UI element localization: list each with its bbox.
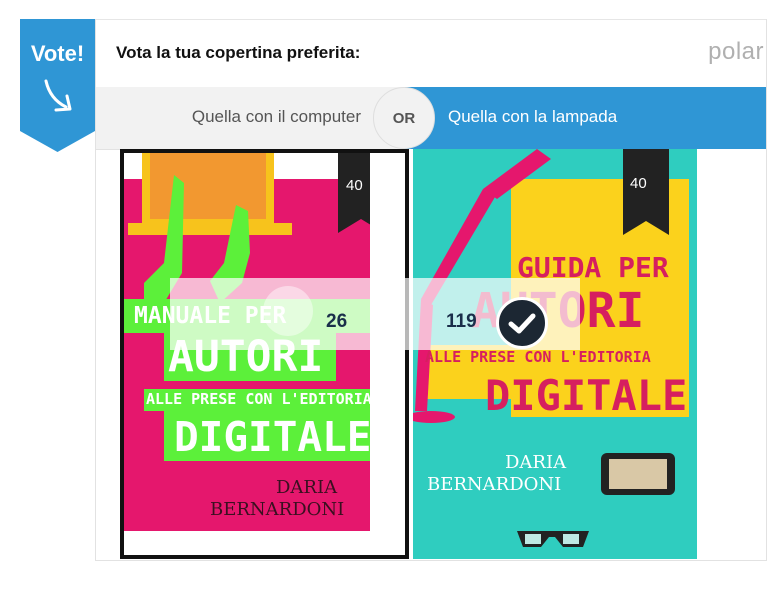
selected-check-icon xyxy=(496,297,548,349)
cover-right-title-line3: DIGITALE xyxy=(485,371,688,420)
or-divider: OR xyxy=(373,87,435,149)
arrow-down-right-icon xyxy=(44,79,72,112)
vote-label: Vote! xyxy=(30,41,85,66)
cover-left-subtitle: ALLE PRESE CON L'EDITORIA xyxy=(146,390,372,408)
vote-count-right: 119 xyxy=(446,311,477,332)
option-left[interactable]: Quella con il computer xyxy=(96,87,405,150)
cover-left-author-first: DARIA xyxy=(276,477,338,498)
cover-left-author-last: BERNARDONI xyxy=(210,499,345,520)
cover-left[interactable]: 40 MANUALE PER AUTORI ALLE PRESE CON L'E… xyxy=(120,149,409,559)
vote-count-left: 26 xyxy=(326,311,348,332)
options-bar: Quella con il computer Quella con la lam… xyxy=(96,87,766,150)
cover-right-badge: 40 xyxy=(630,175,647,192)
option-right[interactable]: Quella con la lampada xyxy=(405,87,766,149)
cover-right-author-first: DARIA xyxy=(505,452,567,473)
cover-right-subtitle: ALLE PRESE CON L'EDITORIA xyxy=(425,348,651,366)
cover-right[interactable]: 40 GUIDA PER AUTORI ALLE PRESE CON L'EDI… xyxy=(413,149,697,559)
option-left-label: Quella con il computer xyxy=(191,107,361,126)
left-vote-indicator xyxy=(263,286,313,336)
cover-left-title-line3: DIGITALE xyxy=(174,413,372,461)
cover-left-badge: 40 xyxy=(346,177,363,194)
poll-question: Vota la tua copertina preferita: xyxy=(116,43,361,62)
vote-ribbon: Vote! xyxy=(20,19,95,152)
cover-right-author-last: BERNARDONI xyxy=(427,474,562,495)
polar-logo[interactable]: polar xyxy=(708,38,764,66)
option-right-label: Quella con la lampada xyxy=(448,107,618,126)
poll-header: Vota la tua copertina preferita: polar xyxy=(96,19,766,88)
